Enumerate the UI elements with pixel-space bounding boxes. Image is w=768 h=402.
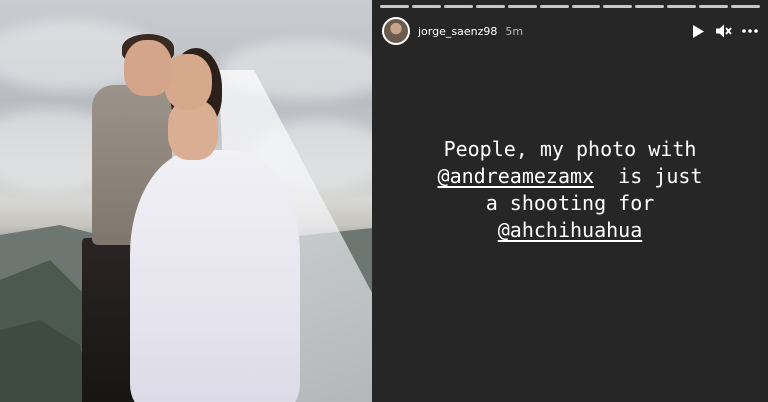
story-text-line-2-rest: is just <box>594 164 703 188</box>
story-progress-segment <box>571 5 601 8</box>
story-text-line-1: People, my photo with <box>443 137 697 161</box>
story-progress-segment <box>667 5 697 8</box>
story-progress-segment <box>380 5 409 8</box>
time-ago: 5m <box>505 24 524 38</box>
wedding-dress <box>130 150 300 402</box>
avatar[interactable] <box>382 17 410 45</box>
story-text-line-2: @andreamezamx is just <box>392 163 748 190</box>
mention-ahchihuahua[interactable]: @ahchihuahua <box>498 218 643 242</box>
wedding-photo <box>0 0 372 402</box>
story-progress-segment <box>507 5 537 8</box>
mention-andreamezamx[interactable]: @andreamezamx <box>438 164 595 188</box>
mute-icon[interactable] <box>716 23 732 39</box>
story-progress-segment <box>699 5 729 8</box>
story-progress-segment <box>411 5 441 8</box>
username[interactable]: jorge_saenz98 <box>418 25 497 38</box>
groom-face <box>124 40 172 96</box>
story-controls <box>690 23 758 39</box>
story-progress-segment <box>731 5 761 8</box>
story-text-line-4: @ahchihuahua <box>392 217 748 244</box>
story-header: jorge_saenz98 5m <box>382 16 758 46</box>
story-text-line-3: a shooting for <box>485 191 655 215</box>
story-progress-segment <box>635 5 665 8</box>
story-panel[interactable]: jorge_saenz98 5m People, my photo with @… <box>372 0 768 402</box>
story-progress-segment <box>443 5 473 8</box>
story-text: People, my photo with @andreamezamx is j… <box>392 136 748 244</box>
story-progress-segment <box>603 5 633 8</box>
more-icon[interactable] <box>742 23 758 39</box>
story-progress-segment <box>539 5 569 8</box>
story-progress-segment <box>475 5 505 8</box>
play-icon[interactable] <box>690 23 706 39</box>
story-progress-bar <box>380 5 761 8</box>
